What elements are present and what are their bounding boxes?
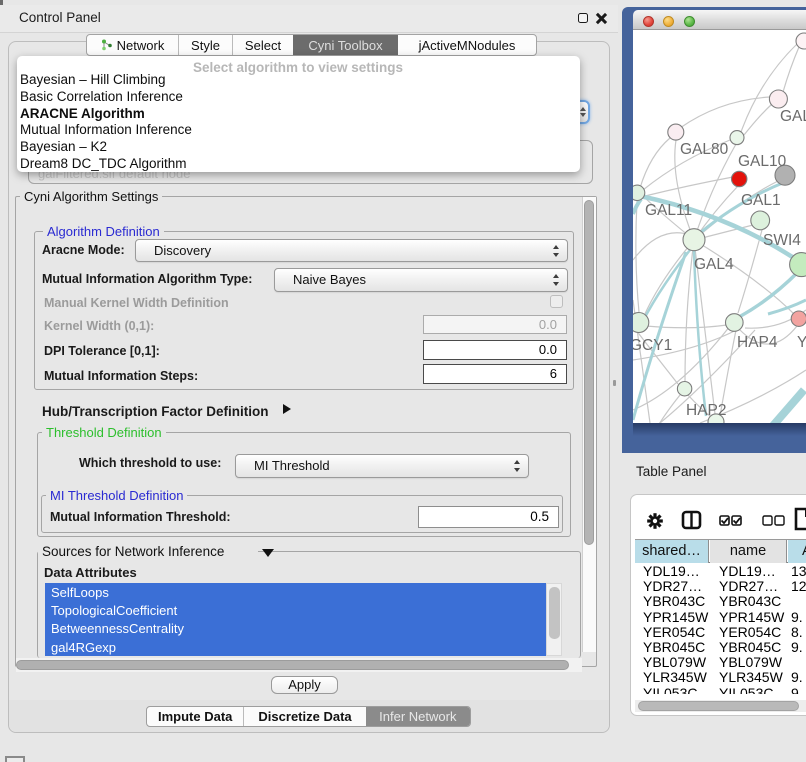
svg-text:GCY1: GCY1 xyxy=(633,337,672,354)
svg-text:Y: Y xyxy=(797,334,806,351)
svg-text:HAP2: HAP2 xyxy=(686,402,727,419)
svg-text:HAP4: HAP4 xyxy=(737,334,778,351)
svg-text:GAL7: GAL7 xyxy=(780,108,806,125)
svg-text:GAL11: GAL11 xyxy=(645,202,692,219)
svg-text:GAL80: GAL80 xyxy=(680,141,729,158)
svg-text:SWI4: SWI4 xyxy=(763,232,801,249)
svg-text:GAL10: GAL10 xyxy=(738,153,787,170)
svg-text:GAL1: GAL1 xyxy=(741,192,781,209)
svg-text:GAL4: GAL4 xyxy=(694,256,734,273)
